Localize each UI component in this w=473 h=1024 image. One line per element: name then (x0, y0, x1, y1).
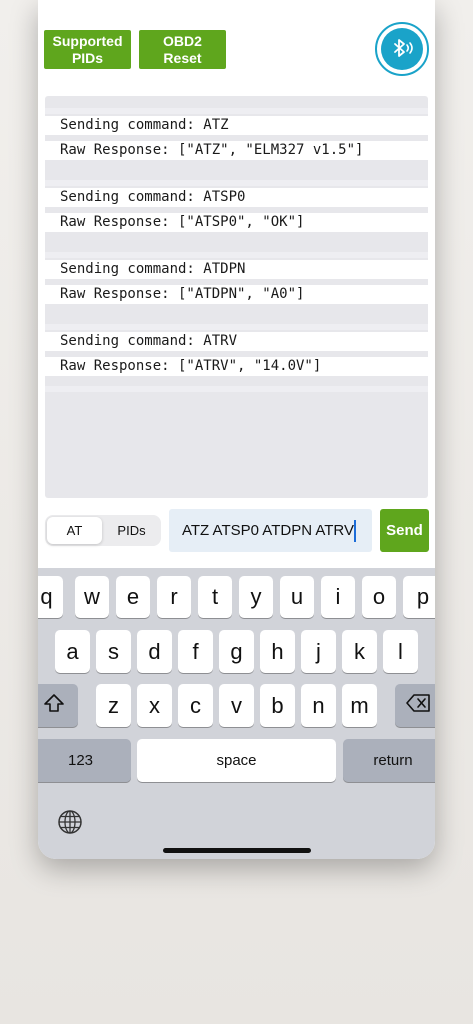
command-type-segmented-control: AT PIDs (45, 515, 161, 546)
key-f[interactable]: f (178, 630, 213, 673)
log-line: Sending command: ATDPN (45, 260, 428, 279)
key-g[interactable]: g (219, 630, 254, 673)
segment-pids[interactable]: PIDs (104, 517, 159, 544)
command-input-value: ATZ ATSP0 ATDPN ATRV (182, 522, 354, 539)
key-a[interactable]: a (55, 630, 90, 673)
shift-key[interactable] (38, 684, 78, 727)
key-t[interactable]: t (198, 576, 232, 618)
key-c[interactable]: c (178, 684, 213, 727)
key-i[interactable]: i (321, 576, 355, 618)
key-j[interactable]: j (301, 630, 336, 673)
key-p[interactable]: p (403, 576, 435, 618)
command-input[interactable]: ATZ ATSP0 ATDPN ATRV (169, 509, 372, 552)
log-line: Sending command: ATZ (45, 116, 428, 135)
globe-icon[interactable] (56, 808, 84, 836)
key-v[interactable]: v (219, 684, 254, 727)
obd2-reset-label-1: OBD2 (163, 32, 202, 49)
supported-pids-label-1: Supported (52, 32, 123, 49)
key-s[interactable]: s (96, 630, 131, 673)
return-key[interactable]: return (343, 739, 435, 782)
key-u[interactable]: u (280, 576, 314, 618)
log-line: Sending command: ATSP0 (45, 188, 428, 207)
shift-icon (43, 693, 65, 719)
numbers-key[interactable]: 123 (38, 739, 131, 782)
delete-backward-icon (406, 693, 432, 719)
home-indicator[interactable] (163, 848, 311, 853)
log-line: Sending command: ATRV (45, 332, 428, 351)
space-key[interactable]: space (137, 739, 336, 782)
key-h[interactable]: h (260, 630, 295, 673)
key-x[interactable]: x (137, 684, 172, 727)
obd2-reset-button[interactable]: OBD2 Reset (139, 30, 226, 69)
segment-at[interactable]: AT (47, 517, 102, 544)
log-line: Raw Response: ["ATDPN", "A0"] (45, 285, 428, 304)
key-y[interactable]: y (239, 576, 273, 618)
key-d[interactable]: d (137, 630, 172, 673)
supported-pids-label-2: PIDs (71, 49, 104, 66)
key-z[interactable]: z (96, 684, 131, 727)
bluetooth-connect-button[interactable] (375, 22, 429, 76)
key-n[interactable]: n (301, 684, 336, 727)
key-q[interactable]: q (38, 576, 63, 618)
key-e[interactable]: e (116, 576, 150, 618)
log-line: Raw Response: ["ATZ", "ELM327 v1.5"] (45, 141, 428, 160)
log-line: Raw Response: ["ATRV", "14.0V"] (45, 357, 428, 376)
app-screen: Supported PIDs OBD2 Reset Sending comman… (38, 0, 435, 859)
delete-key[interactable] (395, 684, 435, 727)
supported-pids-button[interactable]: Supported PIDs (44, 30, 131, 69)
key-l[interactable]: l (383, 630, 418, 673)
key-w[interactable]: w (75, 576, 109, 618)
keyboard: q w e r t y u i o p a s d f g h j k l z … (38, 568, 435, 859)
command-log[interactable]: Sending command: ATZ Raw Response: ["ATZ… (45, 96, 428, 498)
key-b[interactable]: b (260, 684, 295, 727)
bluetooth-signal-icon (381, 28, 423, 70)
key-o[interactable]: o (362, 576, 396, 618)
key-r[interactable]: r (157, 576, 191, 618)
log-line: Raw Response: ["ATSP0", "OK"] (45, 213, 428, 232)
key-m[interactable]: m (342, 684, 377, 727)
text-cursor (354, 520, 356, 542)
obd2-reset-label-2: Reset (163, 49, 202, 66)
send-button[interactable]: Send (380, 509, 429, 552)
key-k[interactable]: k (342, 630, 377, 673)
